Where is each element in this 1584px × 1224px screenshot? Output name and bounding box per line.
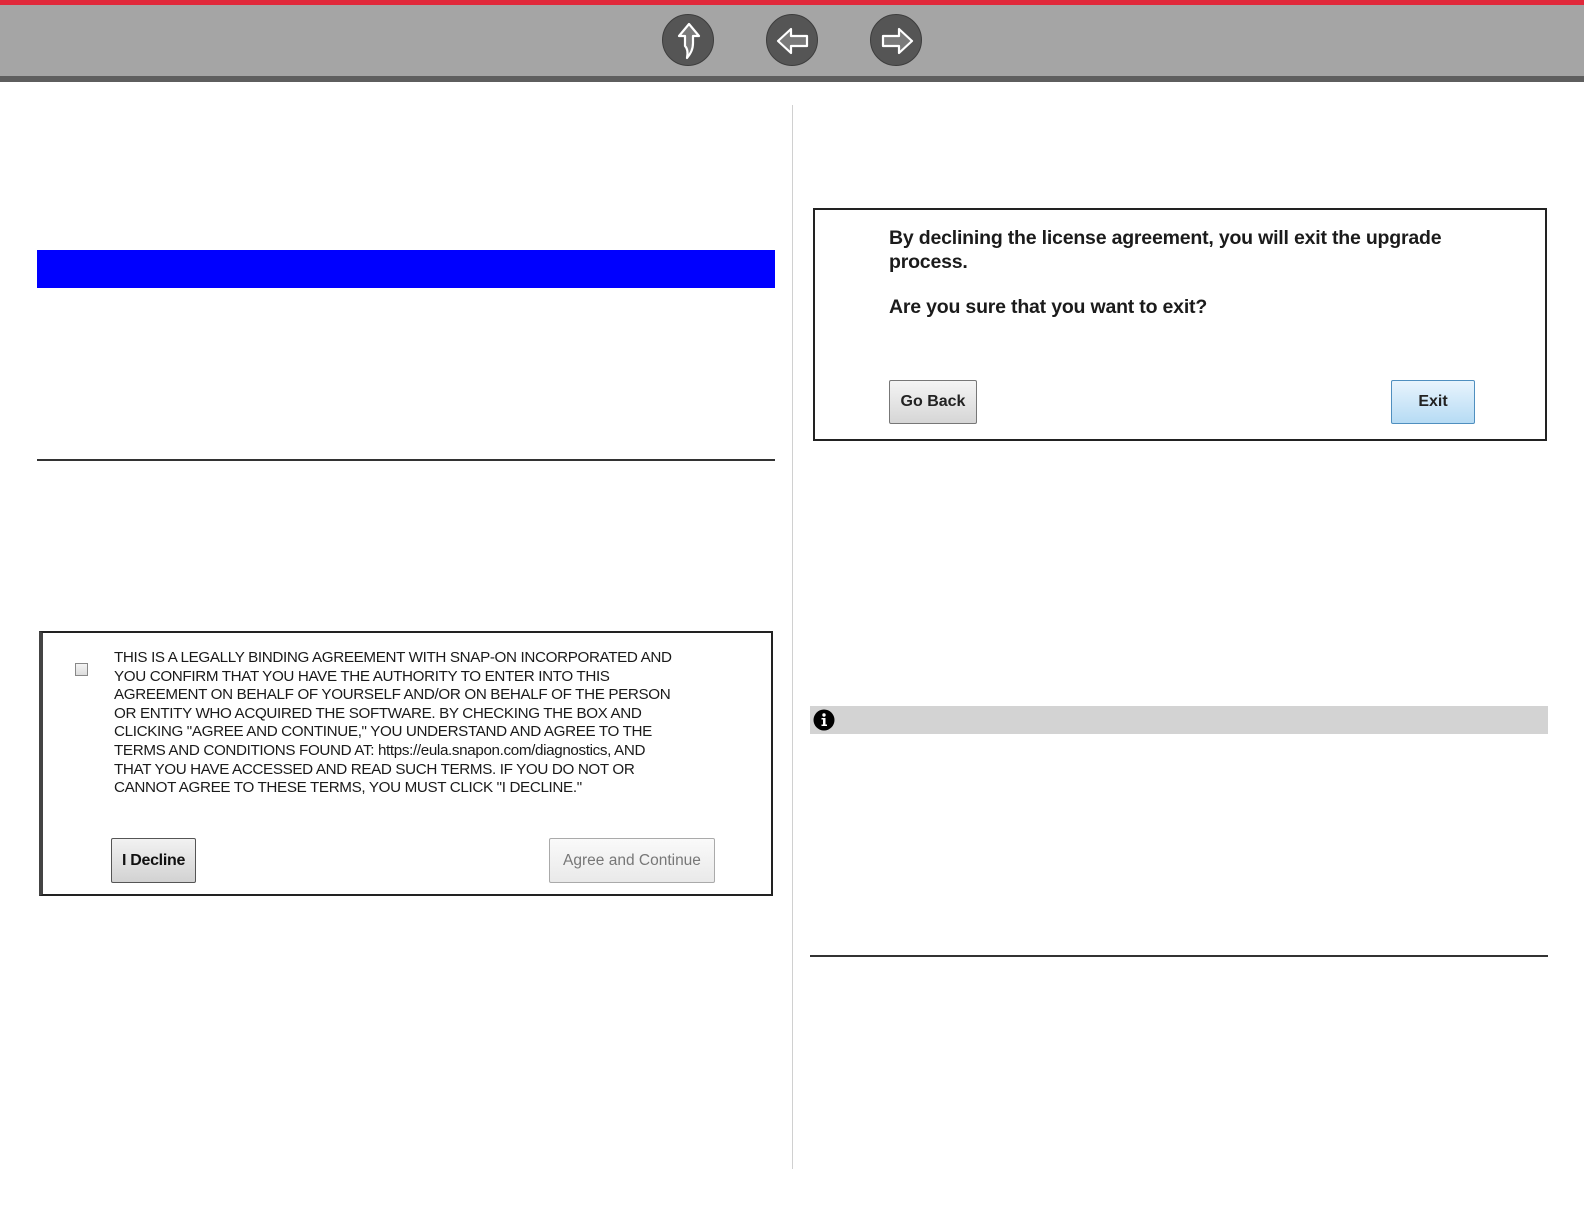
exit-confirmation-dialog: By declining the license agreement, you …	[813, 208, 1547, 441]
decline-button[interactable]: I Decline	[111, 838, 196, 883]
up-arrow-icon	[677, 22, 701, 60]
agree-and-continue-button[interactable]: Agree and Continue	[549, 838, 715, 883]
license-text: THIS IS A LEGALLY BINDING AGREEMENT WITH…	[114, 649, 672, 797]
section-header-band	[37, 250, 775, 288]
dialog-question: Are you sure that you want to exit?	[889, 296, 1208, 318]
license-agreement-screenshot: THIS IS A LEGALLY BINDING AGREEMENT WITH…	[39, 631, 773, 896]
section-rule-right	[810, 955, 1548, 957]
left-arrow-icon	[776, 27, 809, 55]
column-divider	[792, 105, 793, 1169]
go-back-button[interactable]: Go Back	[889, 380, 977, 424]
up-button[interactable]	[662, 14, 714, 66]
exit-button[interactable]: Exit	[1391, 380, 1475, 424]
right-arrow-icon	[881, 27, 914, 55]
dialog-message: By declining the license agreement, you …	[889, 227, 1442, 273]
note-bar	[810, 706, 1548, 734]
navigation-toolbar	[0, 0, 1584, 82]
forward-button[interactable]	[870, 14, 922, 66]
back-button[interactable]	[766, 14, 818, 66]
agreement-checkbox[interactable]	[75, 663, 88, 676]
section-rule-left	[37, 459, 775, 461]
info-icon	[813, 709, 835, 731]
